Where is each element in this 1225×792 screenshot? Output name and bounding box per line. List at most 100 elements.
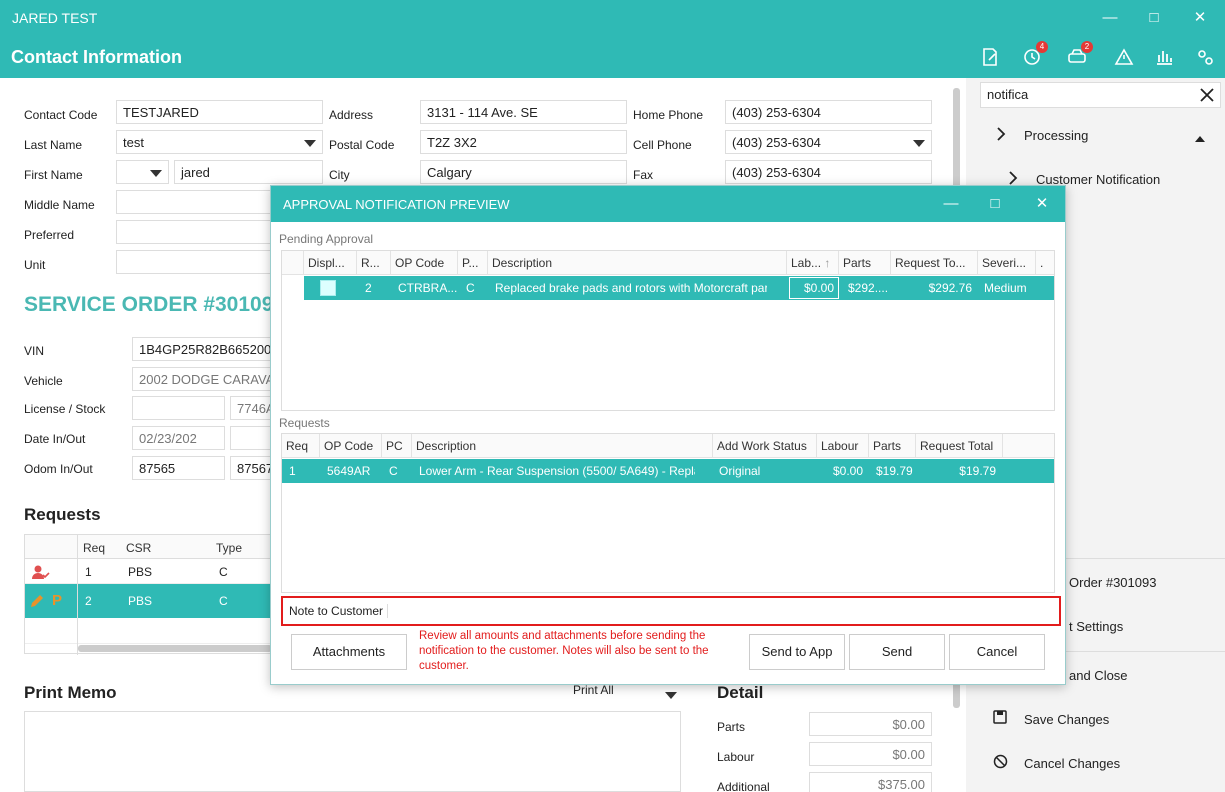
fax-label: Fax — [633, 168, 654, 182]
divider — [1066, 651, 1225, 652]
postal-code-field[interactable]: T2Z 3X2 — [420, 130, 627, 154]
attachments-button[interactable]: Attachments — [291, 634, 407, 670]
minimize-button[interactable]: — — [1099, 8, 1121, 28]
vehicle-icon[interactable]: 2 — [1066, 41, 1093, 68]
parts-column-header[interactable]: Parts — [869, 434, 916, 458]
requests-preview-grid: Req OP Code PC Description Add Work Stat… — [281, 433, 1055, 593]
settings-item[interactable]: t Settings — [1069, 619, 1123, 634]
fax-field[interactable]: (403) 253-6304 — [725, 160, 932, 184]
license-field[interactable] — [132, 396, 225, 420]
request-total-column-header[interactable]: Request Total — [916, 434, 1003, 458]
unit-label: Unit — [24, 258, 46, 272]
dialog-minimize-button[interactable]: — — [940, 194, 962, 214]
edit-document-icon[interactable] — [979, 46, 1001, 68]
send-to-app-button[interactable]: Send to App — [749, 634, 845, 670]
cell-phone-field[interactable]: (403) 253-6304 — [725, 130, 932, 154]
save-changes-item[interactable]: Save Changes — [1024, 712, 1109, 727]
search-input[interactable]: notifica — [980, 82, 1221, 108]
city-field[interactable]: Calgary — [420, 160, 627, 184]
salutation-dropdown[interactable] — [116, 160, 169, 184]
history-icon[interactable]: 4 — [1021, 41, 1048, 68]
op-code-column-header[interactable]: OP Code — [320, 434, 382, 458]
print-memo-textarea[interactable] — [24, 711, 681, 792]
pc-column-header[interactable]: PC — [382, 434, 412, 458]
date-in-field[interactable]: 02/23/202 — [132, 426, 225, 450]
pending-labour[interactable]: $0.00 — [789, 277, 839, 299]
display-column-header[interactable]: Displ... — [304, 251, 357, 275]
vehicle-label: Vehicle — [24, 374, 63, 388]
approval-notification-dialog: APPROVAL NOTIFICATION PREVIEW — □ ✕ Pend… — [270, 185, 1066, 685]
vin-field[interactable]: 1B4GP25R82B665200 — [132, 337, 272, 361]
collapse-icon[interactable] — [1195, 131, 1205, 145]
table-row[interactable]: 2 CTRBRA... C Replaced brake pads and ro… — [282, 276, 1054, 300]
request-labour: $0.00 — [832, 464, 863, 478]
license-stock-label: License / Stock — [24, 402, 106, 416]
last-name-label: Last Name — [24, 138, 83, 152]
address-field[interactable]: 3131 - 114 Ave. SE — [420, 100, 627, 124]
note-to-customer-field[interactable]: Note to Customer — [281, 596, 1061, 626]
chevron-right-icon — [996, 127, 1006, 144]
requests-horizontal-scrollbar[interactable] — [78, 645, 272, 652]
description-column-header[interactable]: Description — [488, 251, 787, 275]
labour-column-header[interactable]: Labour — [817, 434, 869, 458]
cancel-button[interactable]: Cancel — [949, 634, 1045, 670]
settings-icon[interactable] — [1194, 46, 1216, 68]
op-code-column-header[interactable]: OP Code — [391, 251, 458, 275]
close-button[interactable]: ✕ — [1189, 8, 1211, 28]
add-work-status-column-header[interactable]: Add Work Status — [713, 434, 817, 458]
p-column-header[interactable]: P... — [458, 251, 488, 275]
pending-approval-grid: Displ... R... OP Code P... Description L… — [281, 250, 1055, 411]
labour-column-header[interactable]: Lab... ↑ — [787, 251, 839, 275]
processing-item[interactable]: Processing — [1024, 128, 1088, 143]
odom-in-out-label: Odom In/Out — [24, 462, 93, 476]
last-name-field[interactable]: test — [116, 130, 323, 154]
request-req: 1 — [289, 464, 296, 478]
note-to-customer-label: Note to Customer — [289, 604, 389, 618]
home-phone-field[interactable]: (403) 253-6304 — [725, 100, 932, 124]
clear-search-icon[interactable] — [1198, 86, 1216, 104]
city-label: City — [329, 168, 350, 182]
cell-phone-label: Cell Phone — [633, 138, 692, 152]
address-label: Address — [329, 108, 374, 122]
date-out-field[interactable] — [230, 426, 272, 450]
severity-column-header[interactable]: Severi... — [978, 251, 1036, 275]
parts-label: Parts — [717, 720, 746, 734]
print-memo-title: Print Memo — [24, 683, 117, 702]
request-total-column-header[interactable]: Request To... — [891, 251, 978, 275]
type-column-header[interactable]: Type — [216, 541, 242, 555]
send-button[interactable]: Send — [849, 634, 945, 670]
odom-in-field[interactable]: 87565 — [132, 456, 225, 480]
req-column-header[interactable]: Req — [83, 541, 105, 555]
odom-out-field[interactable]: 87567 — [230, 456, 272, 480]
dialog-close-button[interactable]: ✕ — [1031, 194, 1053, 214]
req-column-header[interactable]: Req — [282, 434, 320, 458]
description-column-header[interactable]: Description — [412, 434, 713, 458]
stock-field[interactable]: 7746A — [230, 396, 272, 420]
service-order-title: SERVICE ORDER #30109 — [24, 293, 274, 316]
contact-code-field[interactable]: TESTJARED — [116, 100, 323, 124]
r-column-header[interactable]: R... — [357, 251, 391, 275]
display-checkbox[interactable] — [320, 280, 336, 296]
request-pc: C — [389, 464, 398, 478]
request-total: $19.79 — [959, 464, 996, 478]
requests-grid: Req CSR Type 1 PBS C P 2 PBS C — [24, 534, 273, 655]
extra-column-header[interactable]: . — [1036, 251, 1054, 275]
csr-column-header[interactable]: CSR — [126, 541, 151, 555]
labour-amount: $0.00 — [809, 742, 932, 766]
warning-icon[interactable] — [1113, 46, 1135, 68]
table-row[interactable]: 1 5649AR C Lower Arm - Rear Suspension (… — [282, 459, 1054, 483]
first-name-field[interactable]: jared — [174, 160, 323, 184]
maximize-button[interactable]: □ — [1143, 8, 1165, 28]
pending-op-code: CTRBRA... — [398, 281, 458, 295]
vehicle-field[interactable]: 2002 DODGE CARAVAN — [132, 367, 272, 391]
dialog-maximize-button[interactable]: □ — [984, 194, 1006, 214]
print-option-dropdown[interactable]: Print All — [573, 683, 683, 701]
dialog-title: APPROVAL NOTIFICATION PREVIEW — [283, 197, 510, 212]
cancel-changes-item[interactable]: Cancel Changes — [1024, 756, 1120, 771]
save-and-close-item[interactable]: and Close — [1069, 668, 1128, 683]
parts-column-header[interactable]: Parts — [839, 251, 891, 275]
order-item[interactable]: Order #301093 — [1069, 575, 1156, 590]
labour-label: Labour — [717, 750, 755, 764]
chart-icon[interactable] — [1153, 46, 1175, 68]
home-phone-label: Home Phone — [633, 108, 704, 122]
